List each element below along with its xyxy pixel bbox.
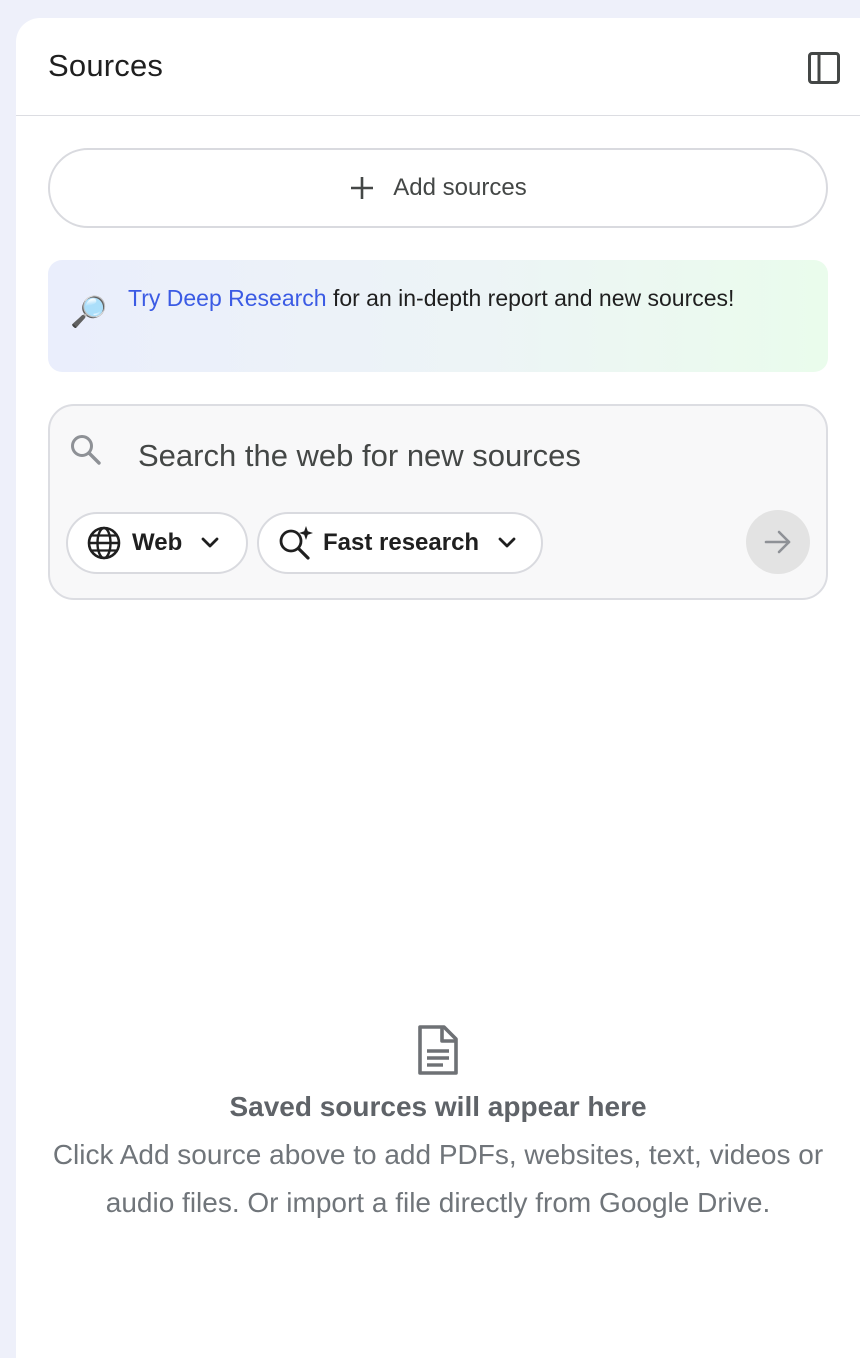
panel-header: Sources [16, 18, 860, 116]
deep-research-banner: 🔎 Try Deep Research for an in-depth repo… [48, 260, 828, 372]
add-sources-label: Add sources [393, 174, 527, 201]
chevron-down-icon [198, 531, 222, 555]
chevron-down-icon [495, 531, 519, 555]
empty-state: Saved sources will appear here Click Add… [16, 1024, 860, 1227]
sources-panel: Sources Add sources 🔎 Try Deep Research … [16, 18, 860, 1358]
arrow-right-icon [764, 530, 791, 554]
add-sources-button[interactable]: Add sources [48, 148, 828, 228]
try-deep-research-link[interactable]: Try Deep Research [128, 285, 327, 311]
promo-text: Try Deep Research for an in-depth report… [128, 282, 768, 314]
magnifying-glass-icon: 🔎 [70, 296, 108, 329]
search-icon [68, 432, 104, 468]
search-sparkle-icon [277, 524, 315, 562]
empty-state-title: Saved sources will appear here [229, 1091, 647, 1122]
side-panel-icon [808, 52, 840, 84]
research-mode-label: Fast research [323, 529, 480, 556]
collapse-panel-button[interactable] [804, 48, 844, 88]
source-type-dropdown[interactable]: Web [66, 512, 248, 574]
web-search-box: Web Fast research [48, 404, 828, 600]
source-type-label: Web [132, 529, 183, 556]
web-search-input[interactable] [138, 436, 778, 476]
submit-search-button[interactable] [746, 510, 810, 574]
document-icon [418, 1025, 458, 1075]
empty-state-description: Click Add source above to add PDFs, webs… [52, 1139, 824, 1218]
globe-icon [86, 525, 122, 561]
research-mode-dropdown[interactable]: Fast research [257, 512, 543, 574]
promo-rest-text: for an in-depth report and new sources! [326, 285, 735, 311]
plus-icon [351, 177, 374, 199]
panel-title: Sources [48, 48, 164, 83]
